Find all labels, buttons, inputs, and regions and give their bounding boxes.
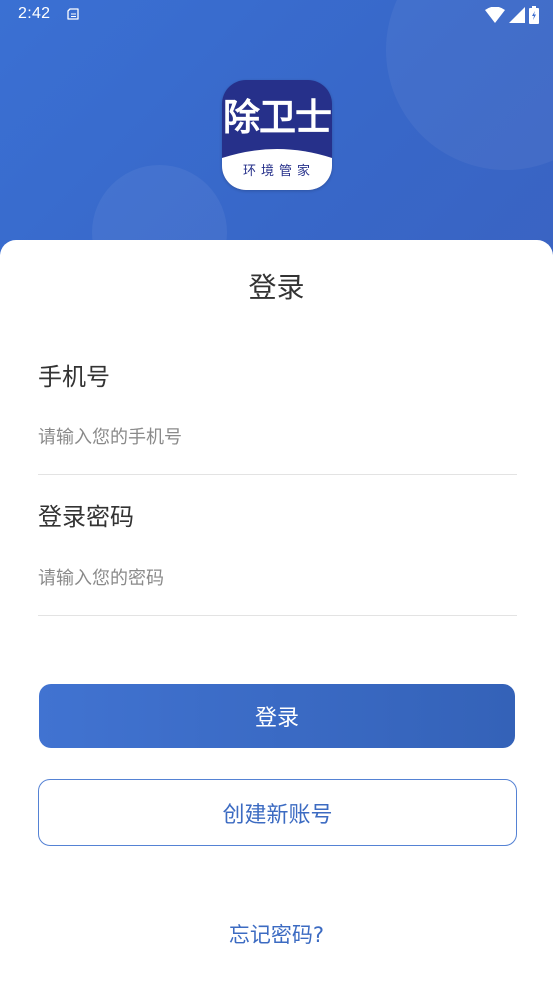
phone-input[interactable] bbox=[38, 420, 517, 454]
logo-title: 除卫士 bbox=[223, 96, 332, 139]
logo-subtitle: 环境管家 bbox=[242, 164, 315, 179]
phone-label: 手机号 bbox=[38, 363, 110, 391]
forgot-password-link[interactable]: 忘记密码? bbox=[0, 918, 553, 952]
phone-divider bbox=[38, 474, 517, 475]
status-bar: 2:42 bbox=[0, 0, 553, 32]
wifi-icon bbox=[485, 7, 505, 23]
notification-icon bbox=[67, 8, 79, 20]
login-card: 登录 手机号 登录密码 登录 创建新账号 忘记密码? bbox=[0, 240, 553, 983]
create-account-button[interactable]: 创建新账号 bbox=[38, 779, 517, 846]
login-button[interactable]: 登录 bbox=[39, 684, 515, 748]
password-input[interactable] bbox=[38, 561, 517, 595]
app-logo: 除卫士 环境管家 bbox=[222, 80, 332, 190]
battery-icon bbox=[529, 6, 539, 24]
cell-signal-icon bbox=[509, 7, 525, 23]
password-label: 登录密码 bbox=[38, 503, 134, 531]
status-time: 2:42 bbox=[18, 5, 51, 22]
status-icons bbox=[485, 6, 539, 24]
page-title: 登录 bbox=[248, 271, 305, 304]
password-divider bbox=[38, 615, 517, 616]
